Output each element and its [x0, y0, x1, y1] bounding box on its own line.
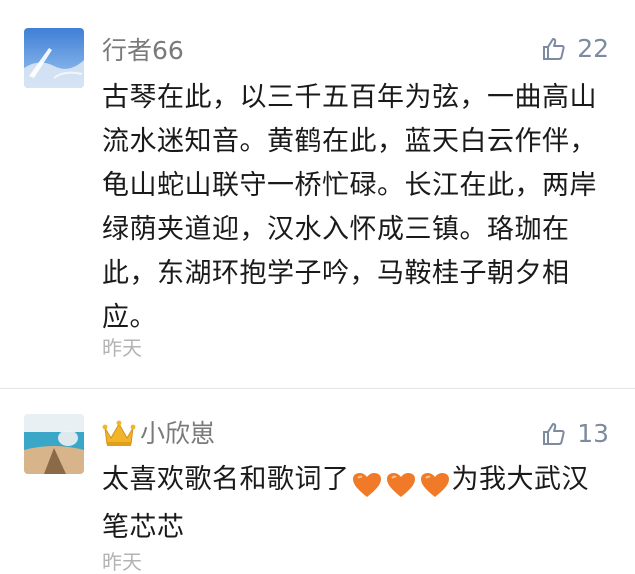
- like-count: 22: [577, 34, 609, 63]
- sky-avatar-icon: [24, 28, 84, 88]
- like-button[interactable]: 13: [541, 419, 609, 449]
- like-button[interactable]: 22: [541, 34, 609, 64]
- like-count: 13: [577, 419, 609, 448]
- user-avatar[interactable]: [24, 414, 84, 474]
- comment-text: 太喜欢歌名和歌词了 为我大武汉笔芯芯: [102, 458, 602, 550]
- comment-time: 昨天: [102, 550, 142, 574]
- heart-icon: [420, 472, 449, 497]
- comment-time: 昨天: [102, 336, 142, 360]
- comment-item: 行者66 22 古琴在此，以三千五百年为弦，一曲高山流水迷知音。黄鹤在此，蓝天白…: [0, 0, 635, 372]
- heart-emoji-group: [350, 462, 452, 506]
- thumbs-up-icon: [543, 38, 565, 60]
- comment-item: 小欣崽 13 太喜欢歌名和歌词了 为我大武汉笔芯芯 昨天: [0, 404, 635, 574]
- heart-icon: [386, 472, 415, 497]
- divider: [0, 388, 635, 389]
- heart-icon: [352, 472, 381, 497]
- username[interactable]: 小欣崽: [140, 419, 215, 449]
- comment-text-part: 太喜欢歌名和歌词了: [102, 464, 350, 495]
- comment-text: 古琴在此，以三千五百年为弦，一曲高山流水迷知音。黄鹤在此，蓝天白云作伴，龟山蛇山…: [102, 82, 597, 333]
- user-avatar[interactable]: [24, 28, 84, 88]
- username[interactable]: 行者66: [102, 36, 184, 66]
- beach-avatar-icon: [24, 414, 84, 474]
- thumbs-up-icon: [543, 423, 565, 445]
- crown-icon: [102, 420, 136, 446]
